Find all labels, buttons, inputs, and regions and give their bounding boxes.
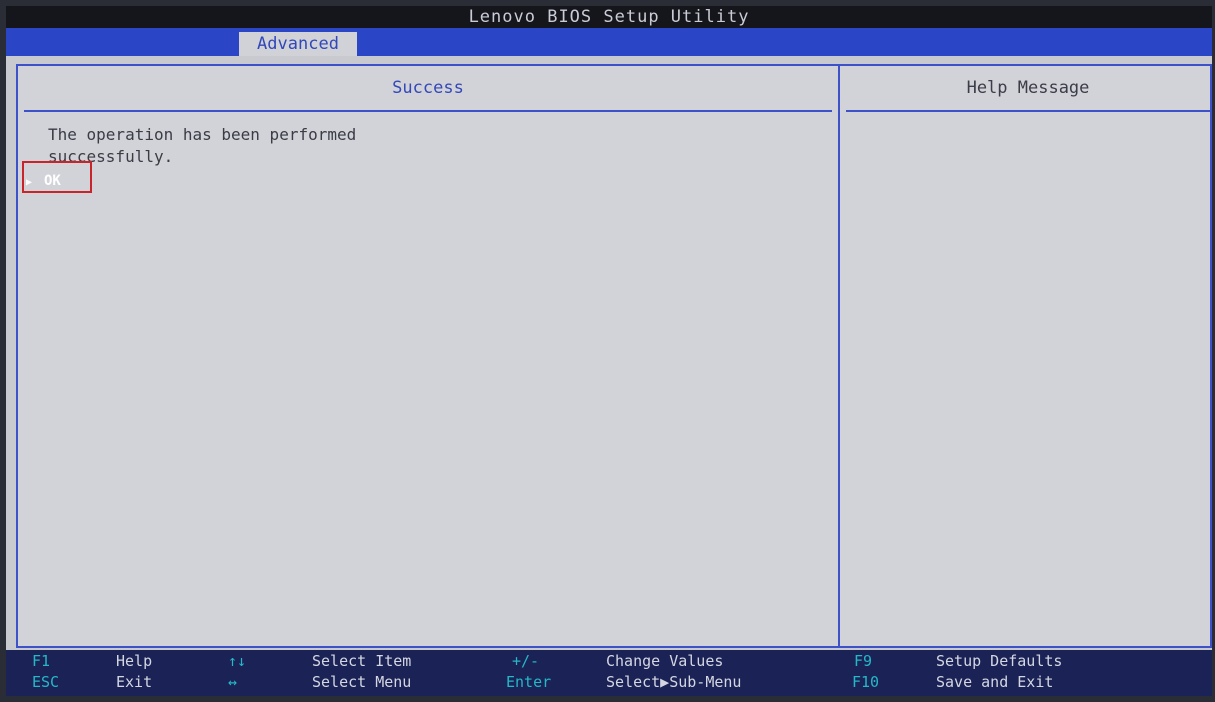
esc-desc: Exit bbox=[116, 673, 153, 691]
tab-advanced[interactable]: Advanced bbox=[239, 32, 357, 56]
message-line-1: The operation has been performed bbox=[48, 125, 357, 144]
leftright-desc: Select Menu bbox=[312, 673, 412, 691]
ok-highlight-box bbox=[22, 161, 92, 193]
dialog-title: Success bbox=[24, 66, 832, 112]
enter-key: Enter bbox=[506, 673, 552, 691]
updown-key: ↑↓ bbox=[228, 652, 247, 670]
key-legend: F1 Help ESC Exit ↑↓ Select Item ↔ Select… bbox=[6, 650, 1212, 696]
enter-desc: Select▶Sub-Menu bbox=[606, 673, 742, 691]
plusminus-key: +/- bbox=[512, 652, 540, 670]
help-pane: Help Message bbox=[840, 66, 1210, 646]
updown-desc: Select Item bbox=[312, 652, 412, 670]
main-panel: Success The operation has been performed… bbox=[16, 64, 1212, 648]
f1-key: F1 bbox=[32, 652, 51, 670]
f9-desc: Setup Defaults bbox=[936, 652, 1063, 670]
tab-bar: Advanced bbox=[6, 28, 1212, 56]
bios-screen: Lenovo BIOS Setup Utility Advanced Succe… bbox=[6, 6, 1212, 696]
esc-key: ESC bbox=[32, 673, 60, 691]
f10-desc: Save and Exit bbox=[936, 673, 1054, 691]
leftright-key: ↔ bbox=[228, 673, 238, 691]
f10-key: F10 bbox=[852, 673, 880, 691]
message-line-2: successfully. bbox=[48, 147, 174, 166]
f9-key: F9 bbox=[854, 652, 873, 670]
success-dialog: Success The operation has been performed… bbox=[18, 66, 840, 646]
plusminus-desc: Change Values bbox=[606, 652, 724, 670]
f1-desc: Help bbox=[116, 652, 153, 670]
dialog-message: The operation has been performed success… bbox=[48, 124, 356, 168]
window-title: Lenovo BIOS Setup Utility bbox=[6, 6, 1212, 28]
help-title: Help Message bbox=[846, 66, 1210, 112]
